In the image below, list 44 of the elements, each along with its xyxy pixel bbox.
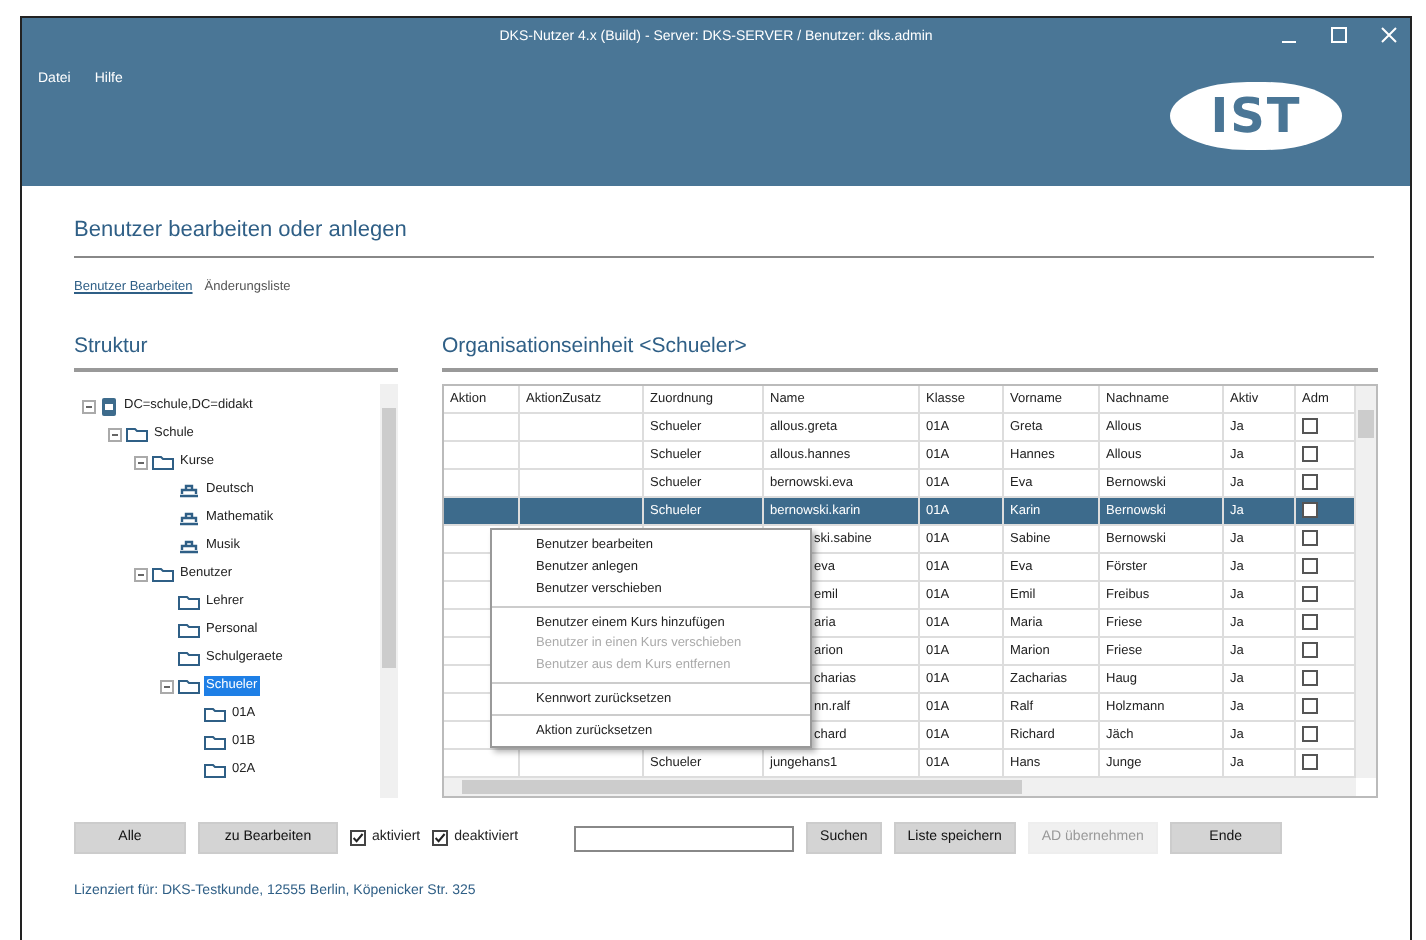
folder-icon — [178, 622, 200, 638]
collapse-icon[interactable] — [134, 455, 148, 469]
folder-icon — [126, 426, 148, 442]
folder-icon — [204, 706, 226, 722]
checkbox[interactable] — [1302, 698, 1318, 714]
section-heading: Struktur — [74, 332, 398, 372]
folder-icon — [178, 678, 200, 694]
checkbox[interactable] — [1302, 670, 1318, 686]
group-icon — [178, 538, 200, 554]
collapse-icon[interactable] — [108, 427, 122, 441]
scrollbar[interactable] — [1356, 386, 1376, 778]
folder-icon — [152, 566, 174, 582]
close-icon[interactable] — [1380, 26, 1398, 44]
checkbox[interactable] — [1302, 586, 1318, 602]
checkbox[interactable] — [1302, 502, 1318, 518]
checkbox[interactable] — [350, 830, 366, 846]
collapse-icon[interactable] — [160, 679, 174, 693]
collapse-icon[interactable] — [134, 567, 148, 581]
checkbox[interactable] — [1302, 754, 1318, 770]
checkbox[interactable] — [1302, 474, 1318, 490]
page-title: Benutzer bearbeiten oder anlegen — [74, 214, 1374, 257]
checkbox[interactable] — [1302, 418, 1318, 434]
scrollbar[interactable] — [444, 778, 1356, 796]
folder-icon — [178, 650, 200, 666]
checkbox[interactable] — [432, 830, 449, 846]
collapse-icon[interactable] — [82, 399, 96, 413]
search-field[interactable] — [574, 825, 795, 851]
group-icon — [178, 510, 200, 526]
folder-icon — [204, 734, 226, 750]
folder-icon — [178, 594, 200, 610]
checkbox[interactable] — [1302, 726, 1318, 742]
folder-icon — [152, 454, 174, 470]
group-icon — [178, 482, 200, 498]
checkbox[interactable] — [1302, 530, 1318, 546]
checkbox[interactable] — [1302, 614, 1318, 630]
checkbox[interactable] — [1302, 446, 1318, 462]
scrollbar[interactable] — [380, 384, 398, 798]
section-heading: Organisationseinheit <Schueler> — [442, 332, 1378, 372]
folder-icon — [204, 762, 226, 778]
checkbox[interactable] — [1302, 642, 1318, 658]
logo: IST — [1170, 82, 1342, 150]
server-icon — [100, 395, 118, 417]
maximize-icon[interactable] — [1330, 26, 1348, 44]
checkbox[interactable] — [1302, 558, 1318, 574]
